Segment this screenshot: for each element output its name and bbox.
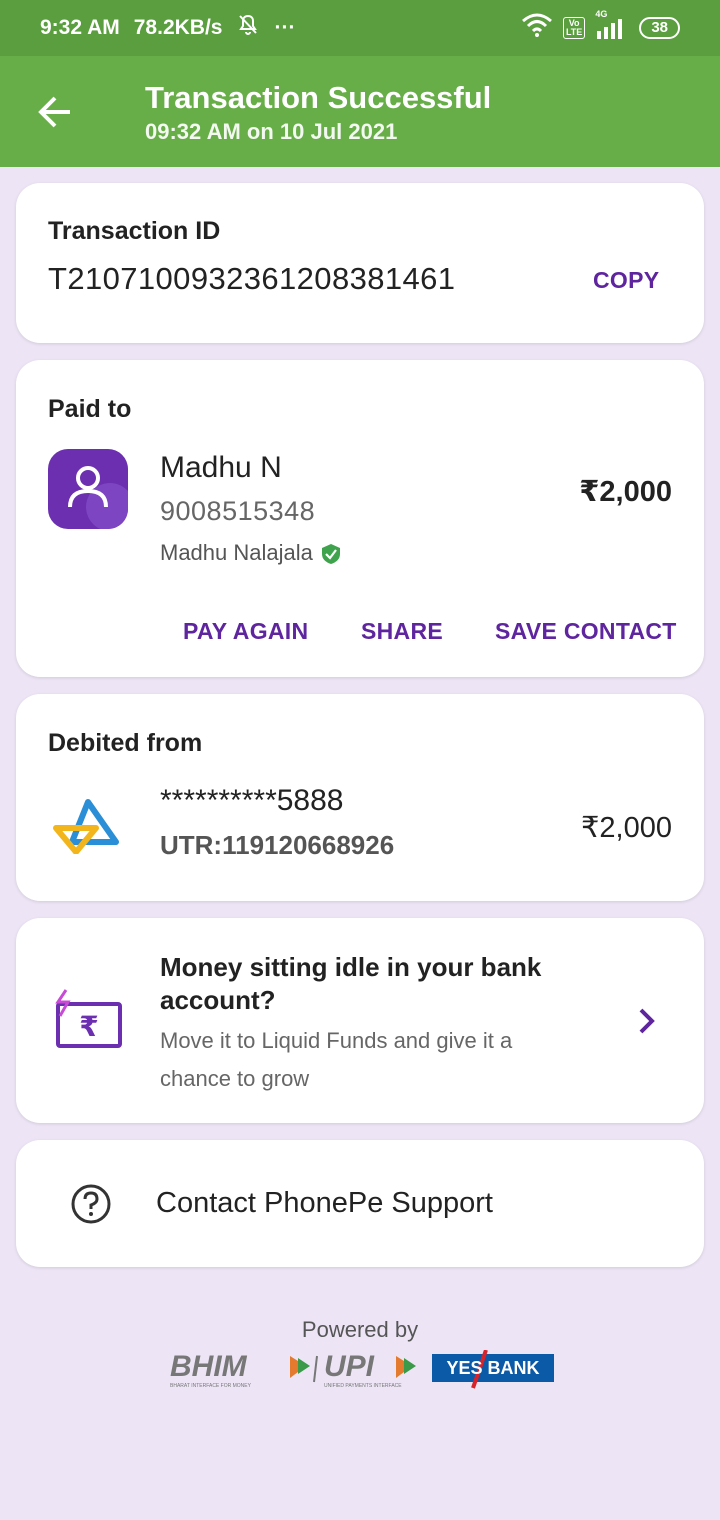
page-subtitle: 09:32 AM on 10 Jul 2021 [145, 119, 398, 144]
debit-account-number: **********5888 [160, 784, 344, 817]
verified-shield-icon [321, 543, 341, 565]
payment-partner-logos: BHIM BHARAT INTERFACE FOR MONEY UPI UNIF… [168, 1349, 558, 1390]
transaction-id-value: T2107100932361208381461 [48, 261, 456, 296]
muted-bell-icon [236, 13, 260, 43]
svg-text:₹: ₹ [79, 1010, 98, 1043]
battery-indicator: 38 [639, 17, 680, 39]
powered-by-text: Powered by [301, 1317, 419, 1342]
status-time: 9:32 AM [40, 16, 120, 39]
promo-desc-line2: chance to grow [160, 1066, 310, 1091]
payee-registered-name-row: Madhu Nalajala [160, 540, 341, 566]
paid-amount: ₹2,000 [579, 476, 672, 508]
promo-title: Money sitting idle in your bank account? [160, 951, 541, 1017]
network-type: 4G [595, 9, 608, 19]
bhim-tagline: BHARAT INTERFACE FOR MONEY [170, 1383, 252, 1389]
person-icon [68, 466, 128, 529]
help-question-icon [70, 1183, 112, 1230]
debited-amount: ₹2,000 [580, 812, 672, 844]
back-button[interactable] [36, 92, 76, 132]
rupee-wallet-icon: ₹ [54, 988, 126, 1052]
debited-from-label: Debited from [48, 729, 203, 757]
promo-title-line2: account? [160, 985, 276, 1015]
payee-name: Madhu N [160, 451, 282, 484]
promo-title-line1: Money sitting idle in your bank [160, 952, 542, 982]
signal-icon: 4G [595, 9, 629, 39]
debited-from-card: Debited from **********5888 UTR:11912066… [16, 694, 704, 901]
volte-icon: Vo LTE [562, 17, 586, 39]
volte-bottom-text: LTE [565, 27, 583, 37]
status-bar: 9:32 AM 78.2KB/s ··· Vo LTE 4G 38 [0, 0, 720, 56]
transaction-id-label: Transaction ID [48, 217, 221, 245]
save-contact-button[interactable]: SAVE CONTACT [495, 618, 677, 645]
pay-again-button[interactable]: PAY AGAIN [183, 618, 308, 645]
chevron-right-icon[interactable] [636, 1006, 658, 1041]
wifi-icon [521, 13, 553, 43]
paid-to-label: Paid to [48, 395, 132, 423]
transaction-id-card: Transaction ID T2107100932361208381461 C… [16, 183, 704, 343]
copy-button[interactable]: COPY [593, 267, 659, 294]
contact-avatar [48, 449, 128, 529]
contact-support-label: Contact PhonePe Support [156, 1187, 493, 1219]
yes-bank-logo-text: YES BANK [446, 1358, 539, 1378]
app-bar: Transaction Successful 09:32 AM on 10 Ju… [0, 56, 720, 167]
paid-to-card: Paid to Madhu N 9008515348 Madhu Nalajal… [16, 360, 704, 677]
payee-phone: 9008515348 [160, 496, 316, 526]
status-more-dots: ··· [274, 16, 296, 39]
promo-description: Move it to Liquid Funds and give it a ch… [160, 1022, 512, 1098]
promo-desc-line1: Move it to Liquid Funds and give it a [160, 1028, 513, 1053]
utr-number: UTR:119120668926 [160, 830, 395, 860]
upi-logo-text: UPI [324, 1350, 375, 1383]
payee-registered-name: Madhu Nalajala [160, 540, 313, 565]
liquid-funds-promo-card[interactable]: ₹ Money sitting idle in your bank accoun… [16, 918, 704, 1123]
upi-tagline: UNIFIED PAYMENTS INTERFACE [324, 1383, 402, 1389]
status-net-speed: 78.2KB/s [133, 16, 223, 39]
share-button[interactable]: SHARE [361, 618, 443, 645]
back-arrow-icon [38, 96, 70, 128]
contact-support-card[interactable]: Contact PhonePe Support [16, 1140, 704, 1267]
page-title: Transaction Successful [145, 80, 492, 115]
bhim-logo-text: BHIM [170, 1350, 248, 1383]
bank-logo-icon [52, 798, 120, 855]
bhim-upi-yesbank-logo: BHIM BHARAT INTERFACE FOR MONEY UPI UNIF… [170, 1349, 554, 1389]
